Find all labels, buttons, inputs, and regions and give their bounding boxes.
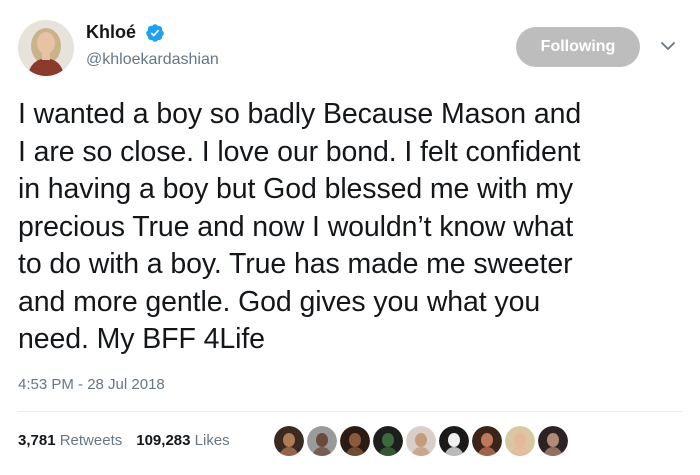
likers-avatars [274, 426, 568, 456]
likes-count: 109,283 [136, 431, 191, 449]
liker-avatar[interactable] [307, 426, 337, 456]
profile-photo-icon [18, 20, 74, 76]
tweet-text: I wanted a boy so badly Because Mason an… [18, 98, 582, 355]
tweet-card: Khloé @khloekardashian Following I wante… [0, 0, 700, 475]
retweets-stat[interactable]: 3,781 Retweets [18, 432, 122, 449]
divider [18, 411, 682, 412]
user-names: Khloé @khloekardashian [86, 22, 219, 69]
verified-badge-icon [146, 23, 165, 42]
liker-avatar[interactable] [439, 426, 469, 456]
likes-label: Likes [194, 431, 230, 449]
user-avatar[interactable] [18, 20, 74, 76]
liker-avatar[interactable] [373, 426, 403, 456]
likes-stat[interactable]: 109,283 Likes [136, 432, 229, 449]
liker-avatar[interactable] [274, 426, 304, 456]
tweet-timestamp[interactable]: 4:53 PM - 28 Jul 2018 [18, 376, 165, 393]
liker-avatar[interactable] [505, 426, 535, 456]
chevron-down-icon[interactable] [658, 36, 678, 56]
liker-avatar[interactable] [406, 426, 436, 456]
liker-avatar[interactable] [340, 426, 370, 456]
retweets-count: 3,781 [18, 431, 56, 449]
liker-avatar[interactable] [472, 426, 502, 456]
tweet-stats: 3,781 Retweets 109,283 Likes [18, 428, 230, 452]
following-button[interactable]: Following [516, 27, 640, 67]
tweet-header: Khloé @khloekardashian Following [18, 18, 682, 80]
user-handle[interactable]: @khloekardashian [86, 51, 219, 69]
display-name[interactable]: Khloé [86, 22, 136, 43]
retweets-label: Retweets [59, 431, 123, 449]
liker-avatar[interactable] [538, 426, 568, 456]
